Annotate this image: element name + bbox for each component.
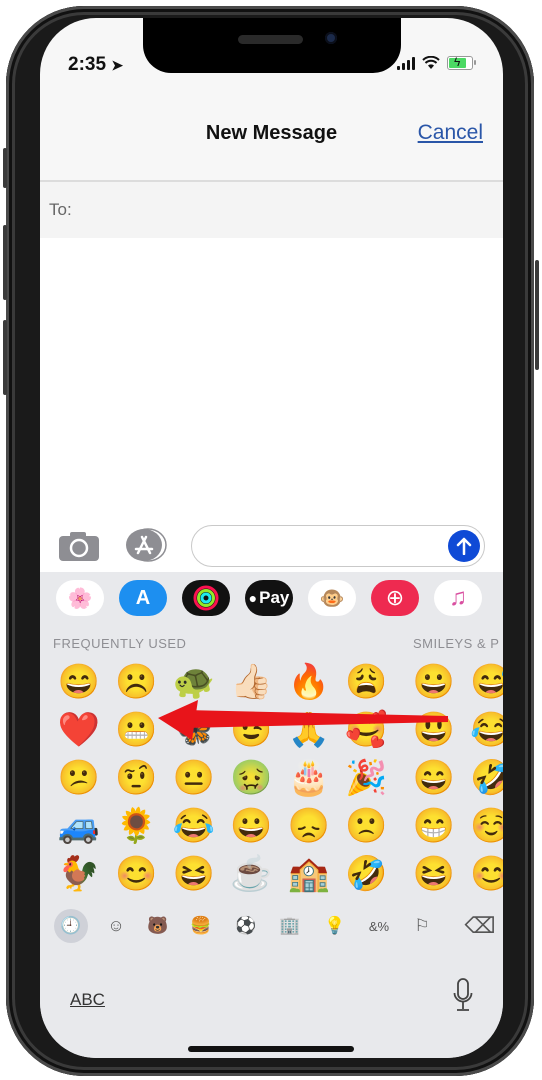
app-app-store[interactable]: A — [119, 580, 167, 616]
smiley-emoji-key[interactable]: 😃 — [405, 706, 463, 754]
app-animoji[interactable]: 🐵 — [308, 580, 356, 616]
message-input[interactable] — [191, 525, 485, 567]
category-animals-icon[interactable]: 🐻 — [141, 909, 175, 943]
frequent-emoji-key[interactable]: 😄 — [50, 658, 108, 706]
emoji-keyboard: 🌸 A ● Pay 🐵 ⊕ ♫ FREQUENTLY USED SMILEYS &… — [40, 572, 503, 1058]
frequent-emoji-key[interactable]: 🔥 — [280, 658, 338, 706]
frequent-emoji-key[interactable]: 😬 — [108, 706, 166, 754]
home-indicator[interactable] — [188, 1046, 354, 1052]
nav-bar: New Message Cancel — [40, 96, 503, 180]
frequent-emoji-key[interactable]: 😩 — [338, 658, 396, 706]
frequent-emoji-key[interactable]: 🙁 — [338, 802, 396, 850]
category-activity-icon[interactable]: ⚽ — [229, 909, 263, 943]
status-time: 2:35 ➤ — [68, 54, 123, 76]
app-music[interactable]: ♫ — [434, 580, 482, 616]
frequent-emoji-key[interactable]: 👍🏻 — [223, 658, 281, 706]
frequent-emoji-key[interactable]: 😉 — [223, 706, 281, 754]
category-smileys-icon[interactable]: ☺ — [99, 909, 133, 943]
frequent-emoji-key[interactable]: 🚙 — [50, 802, 108, 850]
send-arrow-up-icon — [456, 537, 472, 555]
microphone-icon[interactable] — [453, 978, 473, 1012]
to-label: To: — [49, 200, 72, 219]
status-icons: ϟ — [397, 55, 476, 70]
input-bar — [40, 518, 503, 572]
frequent-emoji-key[interactable]: 😀 — [223, 802, 281, 850]
location-arrow-icon: ➤ — [111, 57, 124, 73]
side-button-left — [3, 148, 7, 188]
category-flags-icon[interactable]: ⚐ — [405, 909, 439, 943]
category-recents-icon[interactable]: 🕘 — [54, 909, 88, 943]
frequent-emoji-key[interactable]: 🎉 — [338, 754, 396, 802]
smiley-emoji-key[interactable]: 😊 — [463, 850, 503, 898]
apple-logo-icon: ● — [248, 590, 258, 606]
frequently-used-grid: 😄 ☹️ 🐢 👍🏻 🔥 😩 ❤️ 😬 🦋 😉 🙏 🥰 😕 🤨 😐 🤢 🎂 🎉 🚙 🌻 😂 😀 😞 🙁 🐓 😊 😆 ☕ 🏫 🤣 — [50, 658, 395, 898]
smiley-emoji-key[interactable]: 😆 — [405, 850, 463, 898]
frequent-emoji-key[interactable]: 😕 — [50, 754, 108, 802]
category-food-icon[interactable]: 🍔 — [184, 909, 218, 943]
frequent-emoji-key[interactable]: 😊 — [108, 850, 166, 898]
activity-rings-icon — [193, 585, 219, 611]
volume-up-button — [3, 225, 7, 300]
frequent-emoji-key[interactable]: 🦋 — [165, 706, 223, 754]
app-store-icon[interactable] — [124, 528, 168, 562]
category-bar: 🕘 ☺ 🐻 🍔 ⚽ 🏢 💡 &% ⚐ ⌫ — [40, 904, 503, 946]
frequent-emoji-key[interactable]: 🤨 — [108, 754, 166, 802]
send-button[interactable] — [448, 530, 480, 562]
smileys-grid: 😀 😅 😃 😂 😄 🤣 😁 ☺️ 😆 😊 — [405, 658, 503, 898]
time-text: 2:35 — [68, 54, 107, 75]
app-photos[interactable]: 🌸 — [56, 580, 104, 616]
frequent-emoji-key[interactable]: 😂 — [165, 802, 223, 850]
screen: 2:35 ➤ ϟ New Message Cancel To: 🌸 A ● Pa… — [40, 18, 503, 1058]
frequent-emoji-key[interactable]: ☕ — [223, 850, 281, 898]
app-strip: 🌸 A ● Pay 🐵 ⊕ ♫ — [40, 580, 482, 624]
notch — [143, 18, 401, 73]
frequent-emoji-key[interactable]: 🌻 — [108, 802, 166, 850]
front-camera — [325, 32, 337, 44]
speaker — [238, 35, 303, 44]
app-apple-pay[interactable]: ● Pay — [245, 580, 293, 616]
frequent-emoji-key[interactable]: 🥰 — [338, 706, 396, 754]
smiley-emoji-key[interactable]: 🤣 — [463, 754, 503, 802]
frequent-emoji-key[interactable]: 🏫 — [280, 850, 338, 898]
frequent-emoji-key[interactable]: ☹️ — [108, 658, 166, 706]
app-activity[interactable] — [182, 580, 230, 616]
wifi-icon — [422, 56, 440, 69]
volume-down-button — [3, 320, 7, 395]
smiley-emoji-key[interactable]: 😅 — [463, 658, 503, 706]
smiley-emoji-key[interactable]: 😂 — [463, 706, 503, 754]
power-button — [535, 260, 539, 370]
frequent-emoji-key[interactable]: 🙏 — [280, 706, 338, 754]
frequent-emoji-key[interactable]: 🎂 — [280, 754, 338, 802]
smiley-emoji-key[interactable]: 😄 — [405, 754, 463, 802]
category-symbols-icon[interactable]: &% — [362, 909, 396, 943]
to-field[interactable]: To: — [40, 182, 503, 238]
app-image-search[interactable]: ⊕ — [371, 580, 419, 616]
frequent-emoji-key[interactable]: 🐢 — [165, 658, 223, 706]
frequent-emoji-key[interactable]: 😞 — [280, 802, 338, 850]
cancel-button[interactable]: Cancel — [418, 121, 483, 145]
category-travel-icon[interactable]: 🏢 — [273, 909, 307, 943]
abc-button[interactable]: ABC — [70, 990, 105, 1010]
smiley-emoji-key[interactable]: ☺️ — [463, 802, 503, 850]
battery-charging-icon: ϟ — [447, 55, 476, 70]
section-frequently-used: FREQUENTLY USED — [53, 636, 187, 651]
frequent-emoji-key[interactable]: 😐 — [165, 754, 223, 802]
frequent-emoji-key[interactable]: 😆 — [165, 850, 223, 898]
frequent-emoji-key[interactable]: 🤢 — [223, 754, 281, 802]
smiley-emoji-key[interactable]: 😀 — [405, 658, 463, 706]
camera-icon[interactable] — [58, 530, 100, 562]
frequent-emoji-key[interactable]: 🐓 — [50, 850, 108, 898]
frequent-emoji-key[interactable]: ❤️ — [50, 706, 108, 754]
frequent-emoji-key[interactable]: 🤣 — [338, 850, 396, 898]
category-objects-icon[interactable]: 💡 — [318, 909, 352, 943]
section-smileys: SMILEYS & P — [413, 636, 500, 651]
category-delete-icon[interactable]: ⌫ — [460, 909, 500, 943]
signal-bars-icon — [397, 56, 415, 70]
smiley-emoji-key[interactable]: 😁 — [405, 802, 463, 850]
